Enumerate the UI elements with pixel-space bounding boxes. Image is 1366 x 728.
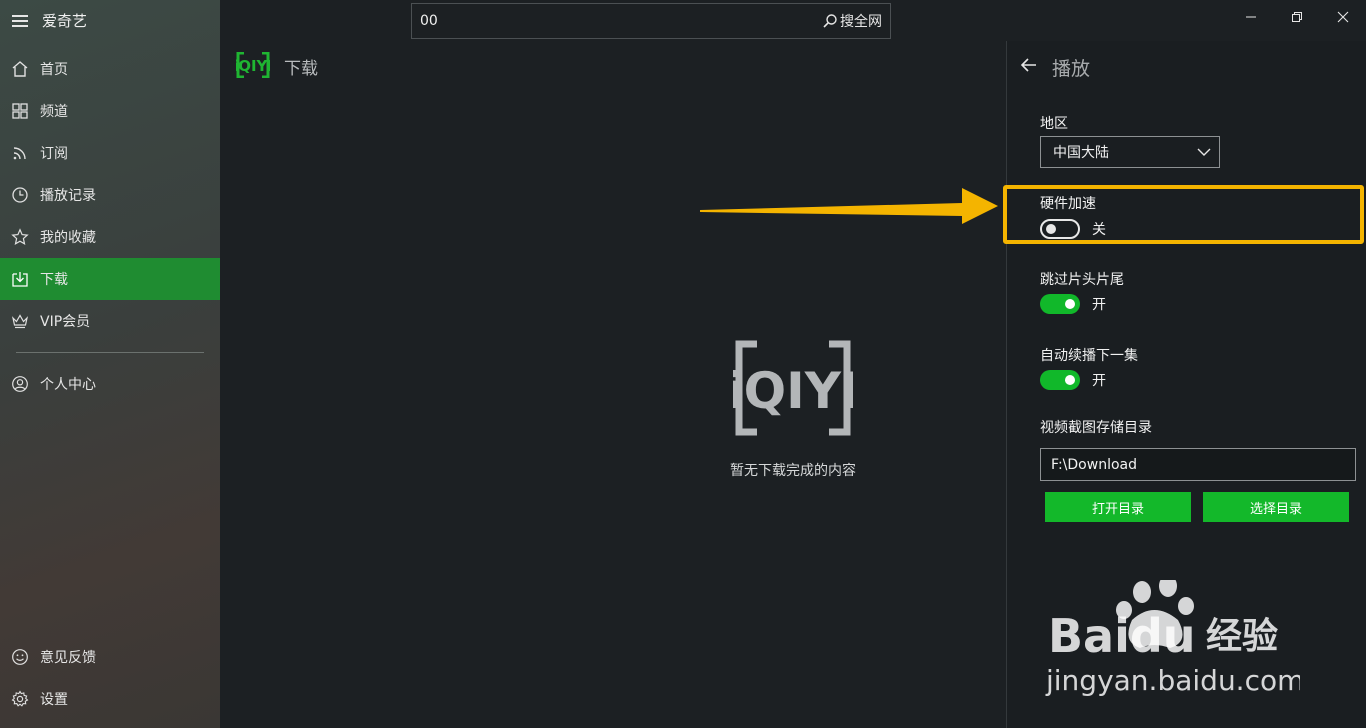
sidebar-item-feedback[interactable]: 意见反馈 [0, 636, 220, 678]
svg-text:iQIYI: iQIYI [733, 362, 853, 420]
sidebar-item-vip[interactable]: VIP会员 [0, 300, 220, 342]
skip-intro-row: 开 [1040, 294, 1106, 314]
crown-icon [10, 311, 30, 331]
download-icon [10, 269, 30, 289]
close-button[interactable] [1320, 0, 1366, 34]
svg-text:Baidu: Baidu [1048, 609, 1196, 663]
choose-dir-button[interactable]: 选择目录 [1203, 492, 1349, 522]
user-icon [10, 374, 30, 394]
search-all-button[interactable]: 搜全网 [822, 11, 890, 31]
sidebar-item-label: 订阅 [40, 146, 68, 162]
sidebar-item-favorites[interactable]: 我的收藏 [0, 216, 220, 258]
sidebar-item-label: 播放记录 [40, 188, 96, 204]
sidebar: 爱奇艺 首页 频道 订阅 播放记录 我的收藏 下载 VIP会员 个人中心 意见反… [0, 0, 220, 728]
autoplay-state: 开 [1092, 373, 1106, 389]
empty-state-message: 暂无下载完成的内容 [730, 463, 856, 479]
region-label: 地区 [1040, 116, 1068, 132]
nav-menu: 首页 频道 订阅 播放记录 我的收藏 下载 VIP会员 个人中心 [0, 48, 220, 405]
sidebar-item-history[interactable]: 播放记录 [0, 174, 220, 216]
nav-divider [16, 352, 204, 353]
search-box: 搜全网 [411, 3, 891, 39]
minimize-button[interactable] [1228, 0, 1274, 34]
chevron-down-icon [1197, 148, 1211, 156]
open-dir-button[interactable]: 打开目录 [1045, 492, 1191, 522]
star-icon [10, 227, 30, 247]
screenshot-dir-input[interactable] [1040, 448, 1356, 481]
minimize-icon [1246, 16, 1256, 18]
window-controls [1228, 0, 1366, 34]
back-arrow-icon [1020, 58, 1036, 72]
grid-icon [10, 101, 30, 121]
sidebar-item-label: 首页 [40, 62, 68, 78]
skip-intro-state: 开 [1092, 297, 1106, 313]
sidebar-item-label: 频道 [40, 104, 68, 120]
baidu-jingyan-watermark: Baidu 经验 jingyan.baidu.com [1045, 580, 1300, 697]
svg-text:经验: 经验 [1206, 616, 1278, 657]
app-title: 爱奇艺 [42, 11, 88, 30]
search-button-label: 搜全网 [840, 14, 882, 30]
panel-title: 播放 [1052, 58, 1091, 80]
rss-icon [10, 143, 30, 163]
skip-intro-toggle[interactable] [1040, 294, 1080, 314]
region-select[interactable]: 中国大陆 [1040, 136, 1220, 168]
sidebar-item-label: 意见反馈 [40, 650, 96, 666]
smiley-icon [10, 647, 30, 667]
autoplay-toggle[interactable] [1040, 370, 1080, 390]
sidebar-item-label: VIP会员 [40, 314, 91, 330]
sidebar-item-profile[interactable]: 个人中心 [0, 363, 220, 405]
sidebar-item-download[interactable]: 下载 [0, 258, 220, 300]
region-value: 中国大陆 [1053, 145, 1109, 161]
restore-button[interactable] [1274, 0, 1320, 34]
hamburger-menu-icon[interactable] [12, 13, 32, 27]
page-title: 下载 [284, 59, 318, 79]
app-header: 爱奇艺 [0, 0, 220, 40]
gear-icon [10, 689, 30, 709]
search-input[interactable] [412, 4, 822, 38]
autoplay-row: 开 [1040, 370, 1106, 390]
sidebar-item-label: 个人中心 [40, 377, 96, 393]
sidebar-item-label: 下载 [40, 272, 68, 288]
svg-text:jingyan.baidu.com: jingyan.baidu.com [1045, 664, 1300, 697]
svg-text:iQIYI: iQIYI [236, 57, 270, 75]
sidebar-item-channels[interactable]: 频道 [0, 90, 220, 132]
sidebar-item-home[interactable]: 首页 [0, 48, 220, 90]
annotation-arrow [700, 188, 998, 224]
restore-icon [1292, 12, 1302, 22]
nav-bottom: 意见反馈 设置 [0, 636, 220, 720]
sidebar-item-subscriptions[interactable]: 订阅 [0, 132, 220, 174]
iqiyi-empty-logo: iQIYI [726, 340, 860, 440]
sidebar-item-settings[interactable]: 设置 [0, 678, 220, 720]
home-icon [10, 59, 30, 79]
clock-icon [10, 185, 30, 205]
highlight-box [1003, 185, 1364, 244]
sidebar-item-label: 设置 [40, 692, 68, 708]
skip-intro-label: 跳过片头片尾 [1040, 272, 1124, 288]
sidebar-item-label: 我的收藏 [40, 230, 96, 246]
iqiyi-logo: iQIYI [233, 51, 273, 82]
close-icon [1337, 11, 1349, 23]
back-button[interactable] [1019, 55, 1039, 75]
autoplay-label: 自动续播下一集 [1040, 348, 1138, 364]
search-icon [823, 14, 837, 28]
screenshot-dir-label: 视频截图存储目录 [1040, 420, 1152, 436]
